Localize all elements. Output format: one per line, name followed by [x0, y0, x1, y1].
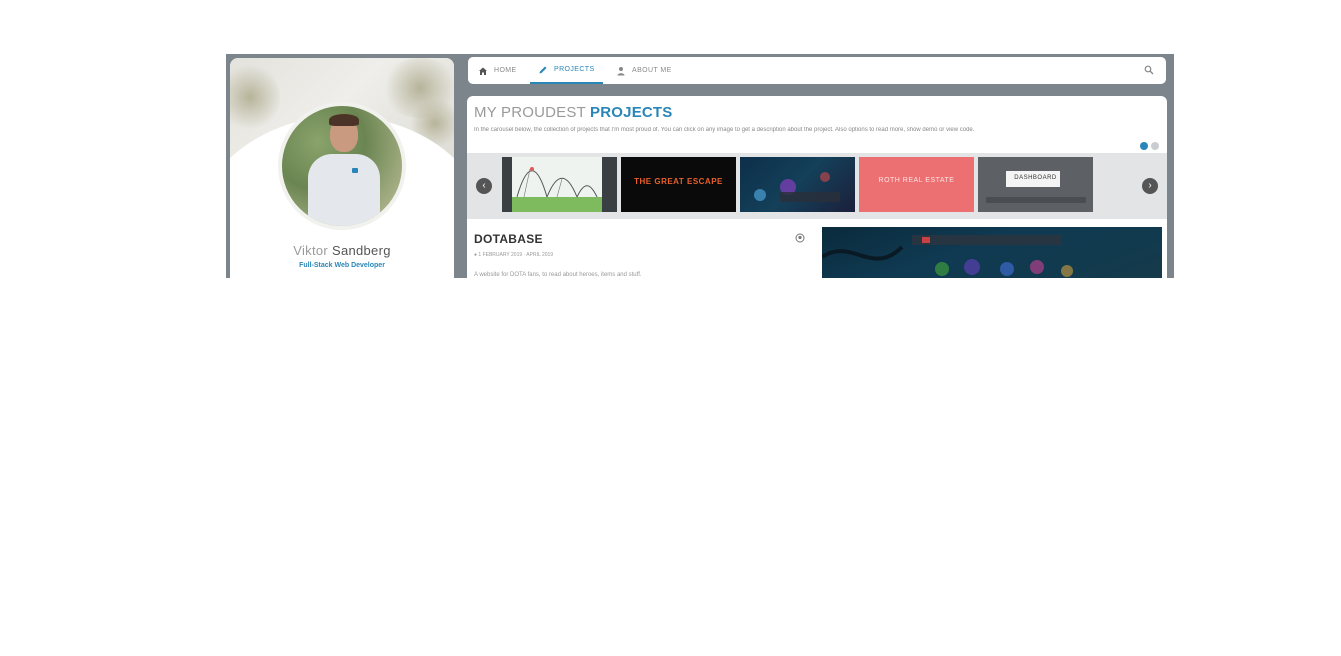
great-escape-thumbnail-text: THE GREAT ESCAPE: [634, 177, 723, 186]
nav-item-projects-label: PROJECTS: [554, 66, 595, 73]
project-meta: ● 1 FEBRUARY 2019 · APRIL 2019: [474, 252, 554, 258]
projects-card: MY PROUDEST PROJECTS In the carousel bel…: [467, 96, 1167, 278]
nav-item-about[interactable]: ABOUT ME: [616, 57, 672, 84]
roller-coaster-thumbnail[interactable]: [502, 157, 617, 212]
avatar: [278, 102, 406, 230]
carousel-prev-button[interactable]: ‹: [476, 178, 492, 194]
chevron-left-icon: ‹: [482, 180, 486, 191]
dashboard-thumbnail[interactable]: DASHBOARD: [978, 157, 1093, 212]
github-icon[interactable]: [795, 233, 805, 243]
projects-carousel: ‹ THE GREAT ESCAPE ROTH REAL ESTATE DASH…: [467, 153, 1167, 219]
pink-project-thumbnail-text: ROTH REAL ESTATE: [878, 177, 955, 184]
project-preview-image[interactable]: [822, 227, 1162, 278]
nav-item-home-label: HOME: [494, 67, 517, 74]
profile-name: Viktor Sandberg: [230, 243, 454, 258]
profile-job-title: Full-Stack Web Developer: [299, 262, 385, 269]
top-navbar: HOME PROJECTS ABOUT ME: [468, 57, 1166, 84]
section-title: MY PROUDEST PROJECTS: [474, 104, 673, 121]
pencil-icon: [539, 66, 547, 73]
section-description: In the carousel below, the collection of…: [474, 127, 975, 133]
carousel-thumbnails: THE GREAT ESCAPE ROTH REAL ESTATE DASHBO…: [502, 157, 1093, 212]
search-icon[interactable]: [1144, 65, 1154, 75]
carousel-next-button[interactable]: ›: [1142, 178, 1158, 194]
profile-first-name: Viktor: [293, 243, 329, 258]
pink-project-thumbnail[interactable]: ROTH REAL ESTATE: [859, 157, 974, 212]
person-icon: [617, 66, 625, 75]
home-icon: [479, 67, 487, 75]
project-description: A website for DOTA fans, to read about h…: [474, 272, 642, 278]
pager-dot-2[interactable]: [1151, 142, 1159, 150]
section-title-prefix: MY PROUDEST: [474, 104, 586, 121]
pager-dot-1[interactable]: [1140, 142, 1148, 150]
profile-last-name: Sandberg: [331, 243, 391, 258]
dashboard-thumbnail-text: DASHBOARD: [1014, 175, 1057, 181]
screen: Viktor Sandberg Full-Stack Web Developer…: [0, 0, 1341, 656]
nav-item-projects[interactable]: PROJECTS: [530, 57, 603, 84]
carousel-pager: [1140, 142, 1159, 150]
chevron-right-icon: ›: [1148, 180, 1152, 191]
section-title-accent: PROJECTS: [590, 104, 673, 121]
nav-item-home[interactable]: HOME: [478, 57, 517, 84]
great-escape-thumbnail[interactable]: THE GREAT ESCAPE: [621, 157, 736, 212]
project-title: DOTABASE: [474, 232, 543, 246]
profile-panel: Viktor Sandberg Full-Stack Web Developer: [230, 58, 454, 278]
nav-item-about-label: ABOUT ME: [632, 67, 672, 74]
dark-game-thumbnail[interactable]: [740, 157, 855, 212]
portfolio-window: Viktor Sandberg Full-Stack Web Developer…: [226, 54, 1174, 278]
